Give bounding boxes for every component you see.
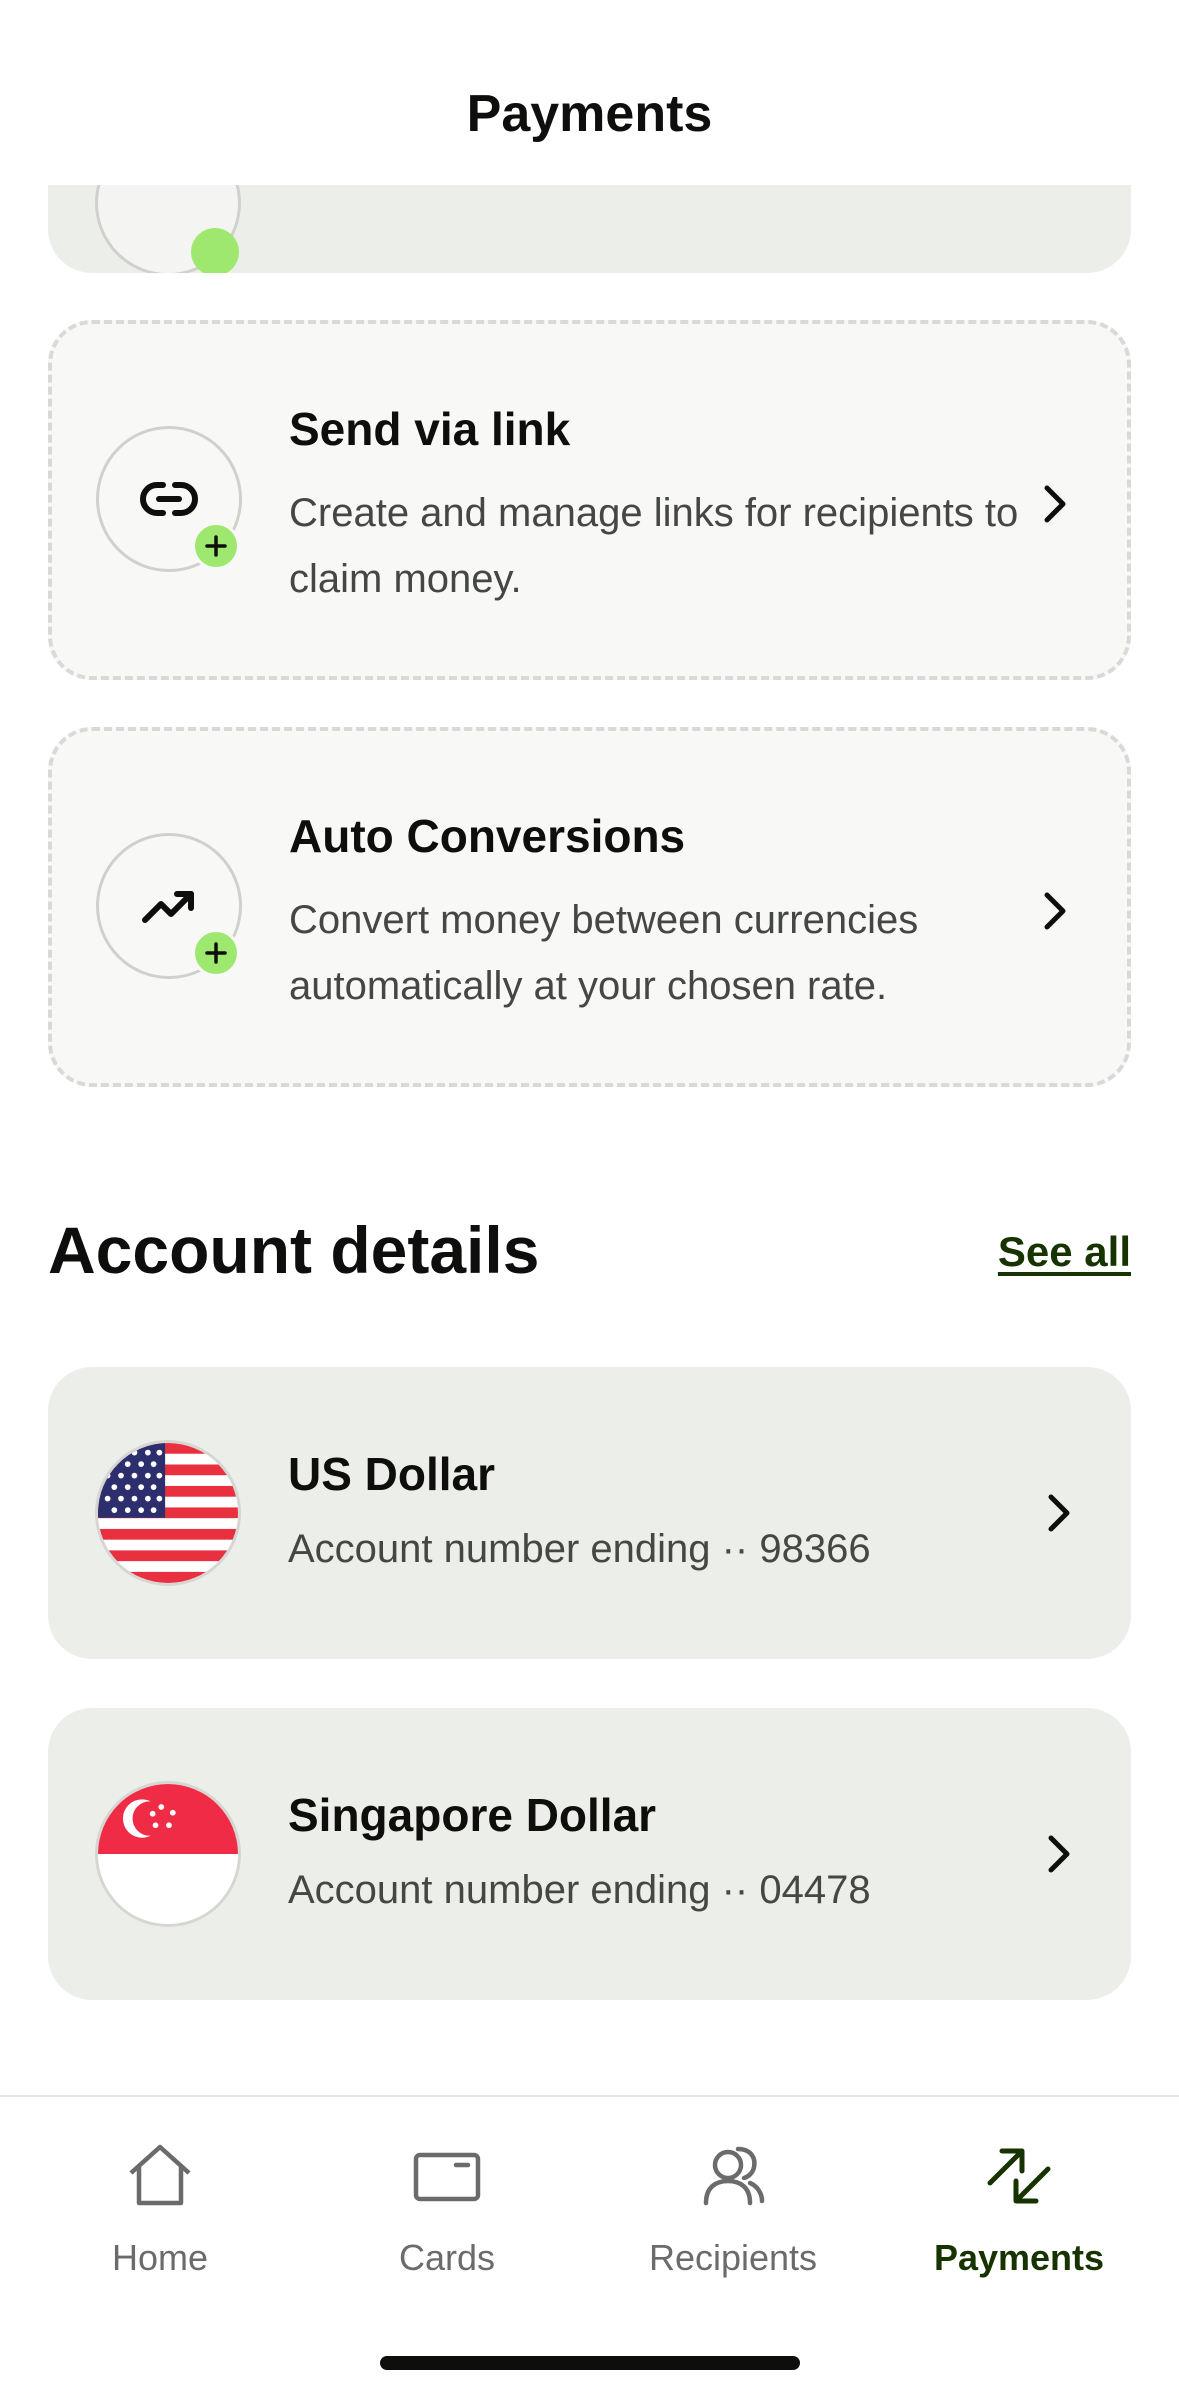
link-icon — [140, 482, 198, 516]
account-number: Account number ending ·· 04478 — [288, 1868, 871, 1912]
us-flag-icon — [95, 1440, 241, 1586]
nav-item-recipients[interactable]: Recipients — [603, 2137, 863, 2307]
account-card-usd[interactable]: US Dollar Account number ending ·· 98366 — [48, 1367, 1131, 1659]
feature-description: Convert money between currencies automat… — [289, 898, 919, 1008]
account-currency: US Dollar — [288, 1448, 496, 1500]
chevron-right-icon — [1044, 485, 1066, 523]
trending-up-icon — [142, 891, 194, 923]
chevron-right-icon — [1044, 892, 1066, 930]
payments-icon — [987, 2148, 1051, 2204]
nav-item-home[interactable]: Home — [30, 2137, 290, 2307]
plus-badge-icon — [191, 228, 239, 273]
sg-flag-icon — [95, 1781, 241, 1927]
feature-title: Send via link — [289, 403, 571, 455]
feature-description: Create and manage links for recipients t… — [289, 491, 1019, 601]
see-all-link[interactable]: See all — [998, 1228, 1131, 1276]
account-currency: Singapore Dollar — [288, 1789, 657, 1841]
home-icon — [129, 2144, 191, 2206]
nav-label: Cards — [398, 2237, 496, 2278]
plus-icon — [192, 929, 240, 977]
bottom-nav: Home Cards Recipients Payments — [0, 2095, 1179, 2396]
recipients-icon — [703, 2146, 765, 2206]
card-icon — [413, 2152, 481, 2202]
send-via-link-card[interactable]: Send via link Create and manage links fo… — [48, 320, 1131, 680]
home-indicator[interactable] — [380, 2356, 800, 2370]
nav-label: Home — [111, 2237, 209, 2278]
chevron-right-icon — [1048, 1494, 1070, 1532]
page-title: Payments — [466, 85, 713, 143]
feature-title: Auto Conversions — [289, 810, 686, 862]
chevron-right-icon — [1048, 1835, 1070, 1873]
header: Payments — [0, 0, 1179, 185]
payments-screen: Payments Send via link Create and manage… — [0, 0, 1179, 2396]
account-card-sgd[interactable]: Singapore Dollar Account number ending ·… — [48, 1708, 1131, 2000]
nav-label: Payments — [933, 2237, 1105, 2278]
auto-conversions-card[interactable]: Auto Conversions Convert money between c… — [48, 727, 1131, 1087]
plus-icon — [192, 522, 240, 570]
nav-item-payments[interactable]: Payments — [889, 2137, 1149, 2307]
section-title: Account details — [48, 1213, 540, 1287]
account-number: Account number ending ·· 98366 — [288, 1527, 871, 1571]
nav-item-cards[interactable]: Cards — [317, 2137, 577, 2307]
nav-label: Recipients — [648, 2237, 818, 2278]
